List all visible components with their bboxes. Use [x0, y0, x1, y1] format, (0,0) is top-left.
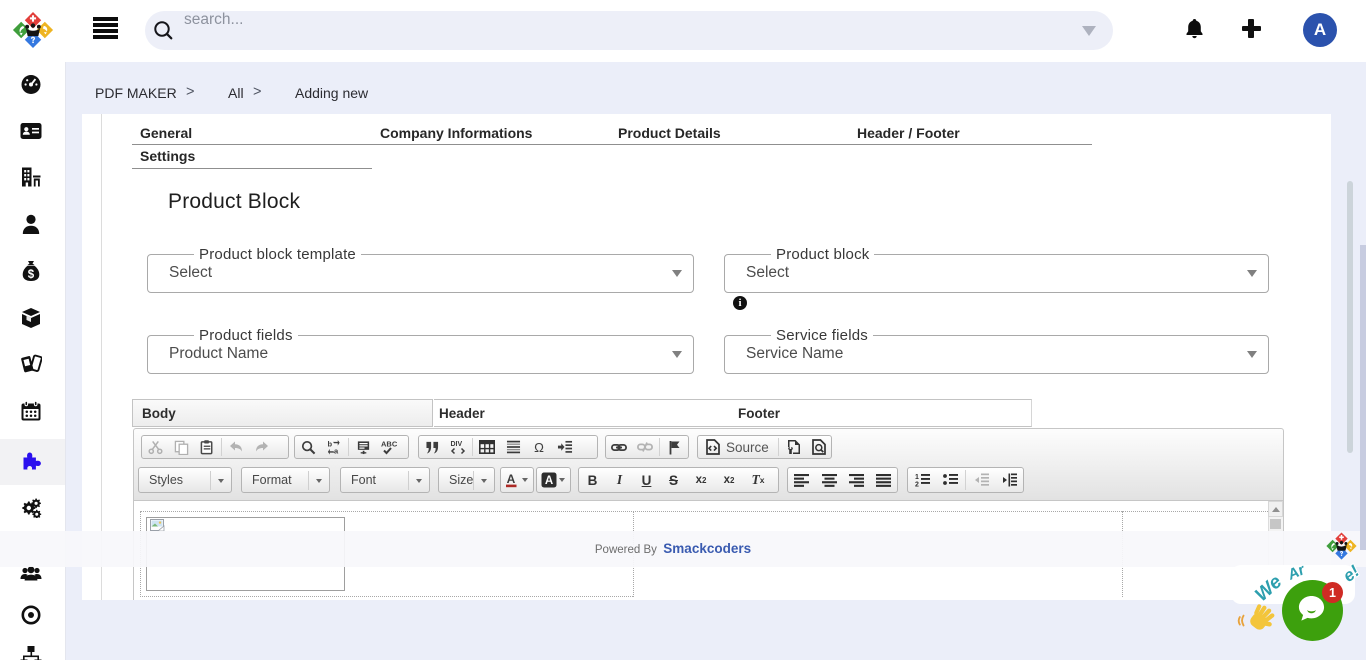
svg-text:A: A — [545, 475, 553, 487]
svg-text:Ω: Ω — [534, 440, 544, 455]
svg-text:A: A — [507, 472, 516, 486]
svg-text:1: 1 — [915, 474, 919, 481]
svg-text:DIV: DIV — [451, 441, 463, 448]
svg-text:b: b — [327, 440, 332, 449]
svg-text:a: a — [334, 446, 339, 454]
svg-text:ABC: ABC — [381, 440, 397, 449]
svg-text:2: 2 — [915, 482, 919, 488]
svg-text:$: $ — [28, 269, 35, 281]
